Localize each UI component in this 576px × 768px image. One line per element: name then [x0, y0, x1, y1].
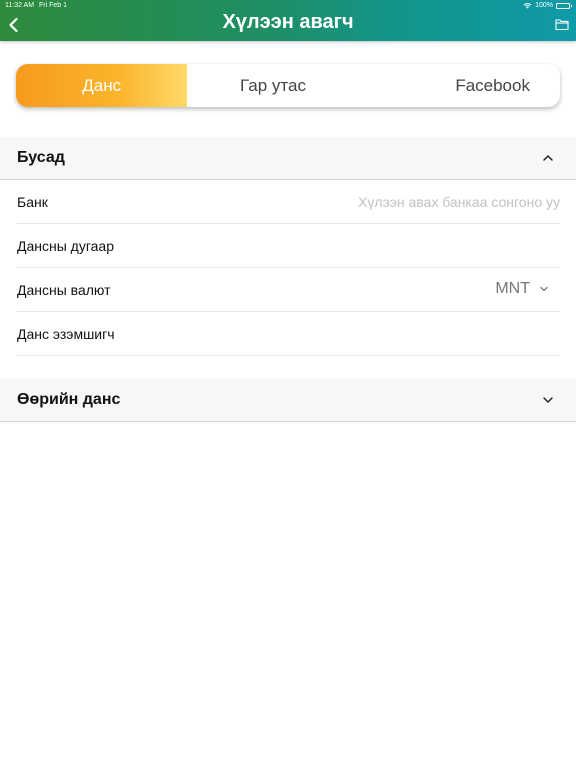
tab-phone[interactable]: Гар утас	[187, 64, 358, 107]
chevron-up-icon	[543, 155, 553, 161]
account-holder-label: Данс эзэмшигч	[17, 326, 115, 342]
currency-row[interactable]: Дансны валют MNT	[17, 268, 560, 312]
account-number-row[interactable]: Дансны дугаар	[17, 224, 560, 268]
currency-value[interactable]: MNT	[495, 280, 530, 298]
account-number-label: Дансны дугаар	[17, 238, 115, 254]
bank-placeholder: Хүлээн авах банкаа сонгоно уу	[358, 194, 560, 210]
section-title-own-account: Өөрийн данс	[17, 391, 121, 408]
tab-account[interactable]: Данс	[16, 64, 188, 107]
section-title-other: Бусад	[17, 149, 65, 166]
recipient-type-tabs: Данс Гар утас Facebook	[16, 64, 560, 107]
currency-label: Дансны валют	[17, 282, 111, 298]
section-header-own-account[interactable]: Өөрийн данс	[0, 379, 576, 422]
section-header-other[interactable]: Бусад	[0, 137, 576, 180]
tab-facebook[interactable]: Facebook	[359, 64, 560, 107]
bank-select-row[interactable]: Банк Хүлээн авах банкаа сонгоно уу	[17, 180, 560, 224]
battery-icon	[556, 2, 572, 9]
navigation-header: 11:32 AM Fri Feb 1 100% Хүлээн авагч	[0, 0, 576, 41]
folder-icon[interactable]	[555, 17, 569, 31]
bank-label: Банк	[17, 194, 48, 210]
chevron-down-icon[interactable]	[539, 285, 549, 293]
account-holder-row[interactable]: Данс эзэмшигч	[17, 312, 560, 356]
page-title: Хүлээн авагч	[222, 11, 354, 33]
chevron-down-icon	[543, 397, 553, 403]
wifi-icon	[523, 3, 532, 9]
